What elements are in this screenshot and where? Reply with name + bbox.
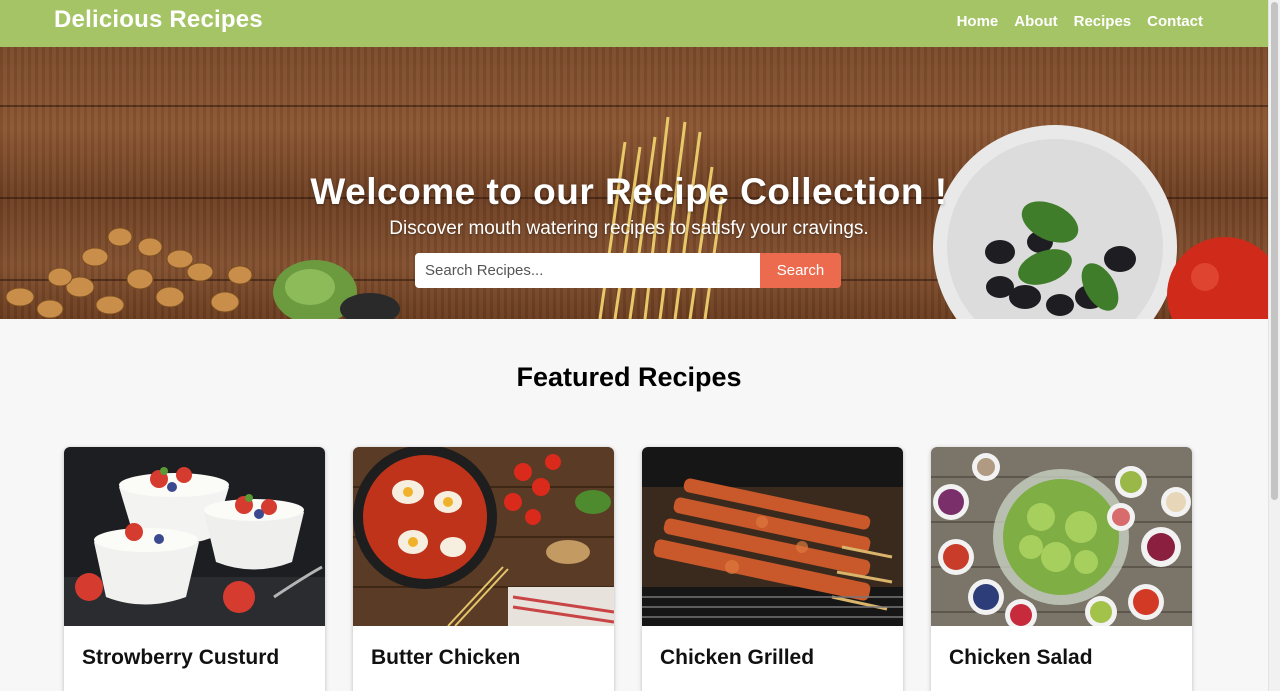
recipe-search-input[interactable] bbox=[415, 253, 760, 288]
site-header: Delicious Recipes Home About Recipes Con… bbox=[0, 0, 1268, 47]
hero-title: Welcome to our Recipe Collection ! bbox=[310, 171, 948, 212]
scrollbar-thumb[interactable] bbox=[1271, 2, 1278, 500]
strawberry-custard-photo bbox=[64, 447, 325, 626]
nav-home-link[interactable]: Home bbox=[957, 13, 999, 30]
recipe-card-title[interactable]: Butter Chicken bbox=[353, 626, 614, 690]
recipe-card[interactable]: Strowberry Custurd bbox=[64, 447, 325, 691]
recipe-card-title[interactable]: Chicken Grilled bbox=[642, 626, 903, 690]
recipe-card[interactable]: Chicken Grilled bbox=[642, 447, 903, 691]
nav-recipes-link[interactable]: Recipes bbox=[1074, 13, 1132, 30]
chicken-salad-bowls-photo bbox=[931, 447, 1192, 626]
featured-recipes-title: Featured Recipes bbox=[516, 362, 742, 392]
nav-about-link[interactable]: About bbox=[1014, 13, 1057, 30]
nav-contact-link[interactable]: Contact bbox=[1147, 13, 1203, 30]
butter-chicken-pan-photo bbox=[353, 447, 614, 626]
hero-subtitle: Discover mouth watering recipes to satis… bbox=[389, 218, 869, 239]
featured-recipe-cards: Strowberry Custurd Butter Chicken Chicke… bbox=[64, 447, 1192, 691]
grilled-chicken-skewers-photo bbox=[642, 447, 903, 626]
search-button[interactable]: Search bbox=[760, 253, 841, 288]
recipe-search-form: Search bbox=[415, 253, 841, 288]
recipe-card[interactable]: Chicken Salad bbox=[931, 447, 1192, 691]
recipe-card-title[interactable]: Chicken Salad bbox=[931, 626, 1192, 690]
page: Delicious Recipes Home About Recipes Con… bbox=[0, 0, 1268, 691]
site-brand[interactable]: Delicious Recipes bbox=[54, 6, 263, 34]
hero-banner: Welcome to our Recipe Collection ! Disco… bbox=[0, 47, 1268, 319]
recipe-card[interactable]: Butter Chicken bbox=[353, 447, 614, 691]
recipe-card-title[interactable]: Strowberry Custurd bbox=[64, 626, 325, 690]
page-scrollbar[interactable] bbox=[1268, 0, 1280, 691]
main-nav: Home About Recipes Contact bbox=[957, 13, 1203, 30]
